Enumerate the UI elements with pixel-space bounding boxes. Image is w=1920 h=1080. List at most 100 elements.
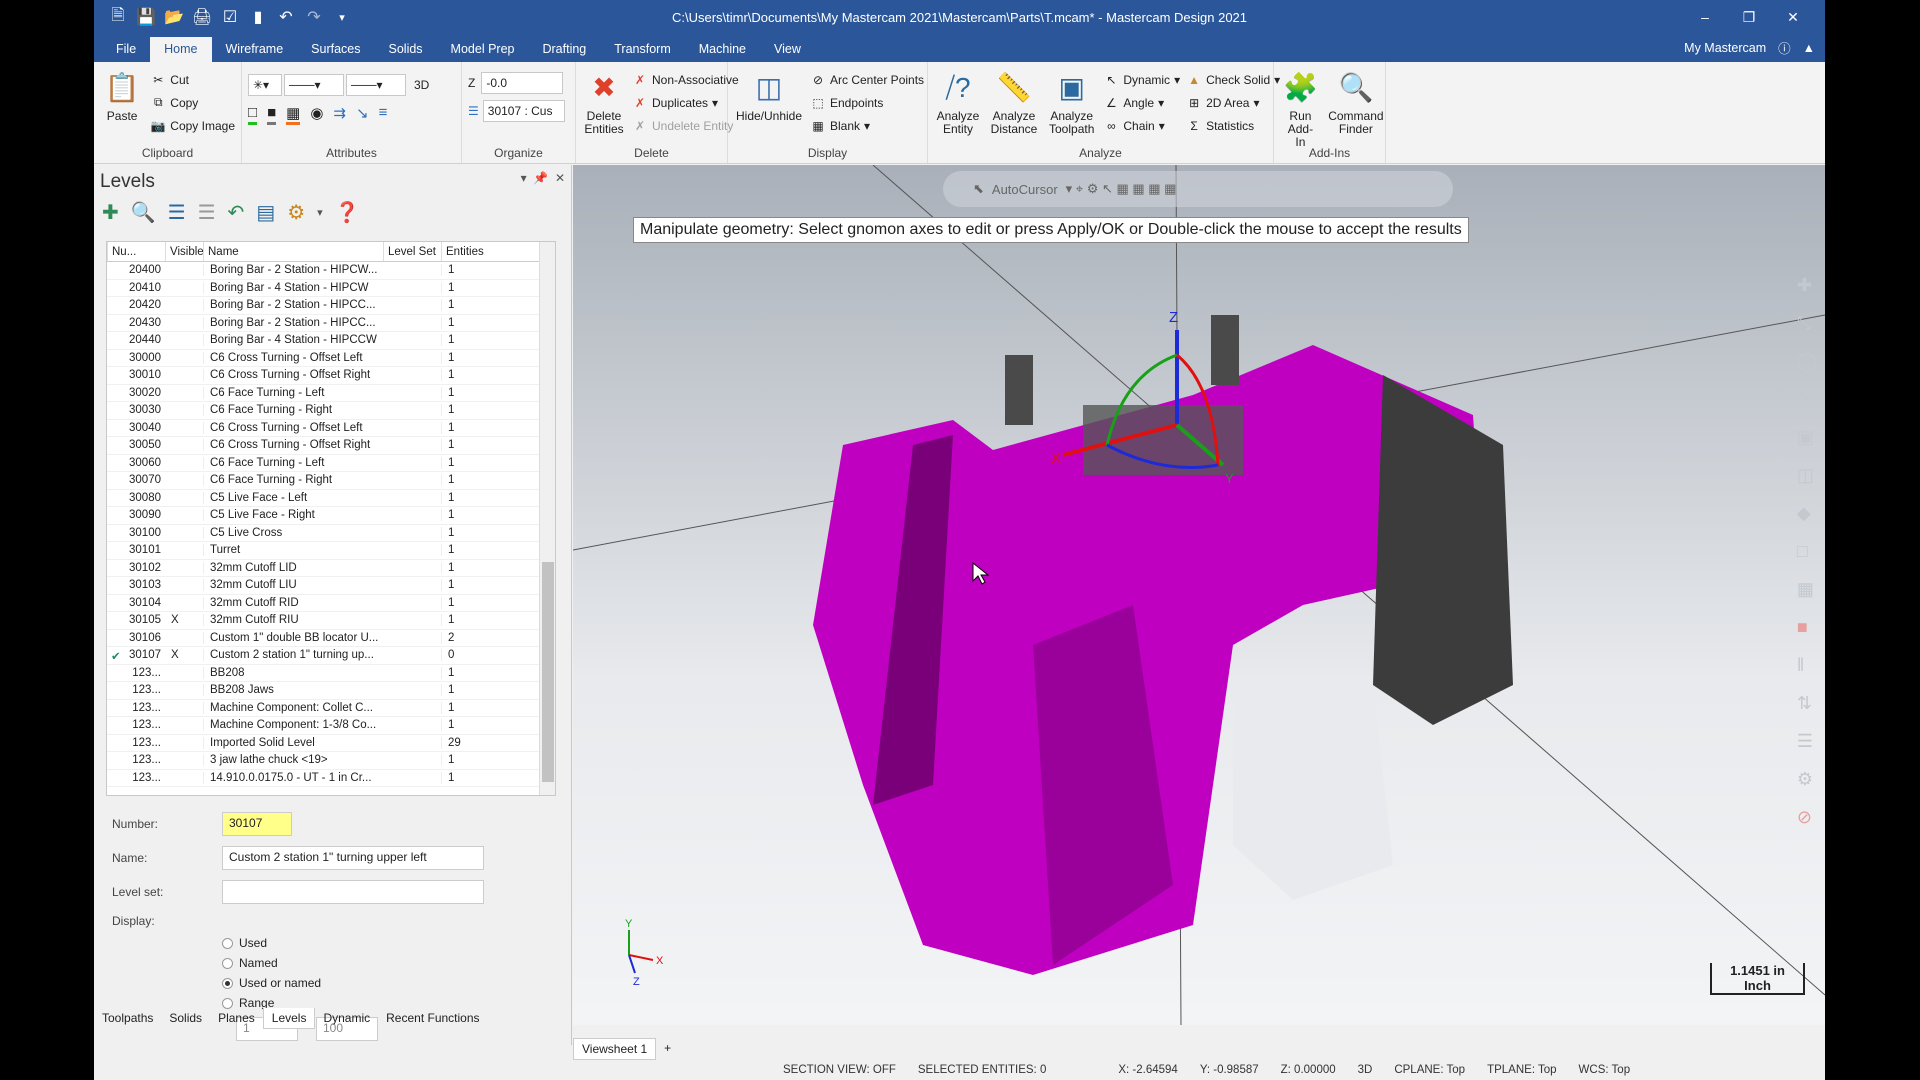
autocursor-label[interactable]: AutoCursor [992,182,1058,197]
column-visible[interactable]: Visible [165,242,204,261]
copy-image-button[interactable]: 📷 Copy Image [150,116,235,135]
close-button[interactable]: ✕ [1771,9,1815,26]
chain-button[interactable]: ∞ Chain ▾ [1103,116,1180,135]
table-row[interactable]: 20440 Boring Bar - 4 Station - HIPCCW 1 [107,332,555,350]
cut-button[interactable]: ✂ Cut [150,70,235,89]
endpoints-button[interactable]: ⬚ Endpoints [810,93,924,112]
help-icon[interactable]: ⓘ [1778,38,1791,57]
paste-button[interactable]: 📋 Paste [100,66,144,125]
search-icon[interactable]: 🔍 [131,200,156,225]
level-manager-icon[interactable]: ▤ [256,200,275,225]
level-set-field[interactable] [222,880,484,904]
tplane-status[interactable]: TPLANE: Top [1487,1064,1556,1076]
wire-color-icon[interactable]: □ [248,104,258,125]
table-row[interactable]: 30060 C6 Face Turning - Left 1 [107,455,555,472]
name-field[interactable]: Custom 2 station 1" turning upper left [222,846,484,870]
line-style-select[interactable]: ───▾ [284,74,344,96]
autocursor-toolbar[interactable]: ⬉ AutoCursor ▾ ⌖ ⚙ ↖ ▦ ▦ ▦ ▦ [943,171,1453,207]
panel-tab-levels[interactable]: Levels [262,1008,316,1029]
set-main-icon[interactable]: ↘ [356,104,369,125]
table-row[interactable]: 30030 C6 Face Turning - Right 1 [107,402,555,420]
column-name[interactable]: Name [203,242,383,261]
table-row[interactable]: 30106 Custom 1" double BB locator U... 2 [107,630,555,647]
line-width-select[interactable]: ───▾ [346,74,406,96]
clear-icon[interactable]: ⊘ [1797,807,1817,828]
analyze-entity-button[interactable]: ⧸? Analyze Entity [934,66,982,138]
check-solid-button[interactable]: ▲ Check Solid ▾ [1186,70,1280,89]
table-row[interactable]: 30103 32mm Cutoff LIU 1 [107,577,555,595]
panel-tab-solids[interactable]: Solids [161,1008,210,1029]
wireframe-icon[interactable]: □ [1797,541,1817,562]
radio-named[interactable]: Named [222,953,562,973]
number-field[interactable]: 30107 [222,812,292,836]
table-row[interactable]: 20420 Boring Bar - 2 Station - HIPCC... 1 [107,297,555,315]
bookmark-icon[interactable]: ▮ [248,7,268,27]
panel-tab-toolpaths[interactable]: Toolpaths [94,1008,161,1029]
dynamic-button[interactable]: ↖ Dynamic ▾ [1103,70,1180,89]
blank-button[interactable]: ▦ Blank ▾ [810,116,924,135]
table-row[interactable]: 30100 C5 Live Cross 1 [107,525,555,542]
section-view-status[interactable]: SECTION VIEW: OFF [783,1064,896,1076]
tab-file[interactable]: File [102,37,150,62]
column-number[interactable]: Nu... [107,242,165,261]
color-icon[interactable]: ■ [1797,617,1817,638]
wcs-status[interactable]: WCS: Top [1579,1064,1631,1076]
tab-wireframe[interactable]: Wireframe [212,37,298,62]
table-row[interactable]: 123... BB208 1 [107,665,555,682]
viewsheet-tab-1[interactable]: Viewsheet 1 [573,1038,657,1060]
table-row[interactable]: 30040 C6 Cross Turning - Offset Left 1 [107,420,555,437]
set-all-icon[interactable]: ⇉ [333,104,346,125]
add-level-icon[interactable]: ✚ [102,200,119,225]
ruler-icon[interactable]: ‖ [1797,655,1817,676]
restore-button[interactable]: ❐ [1727,9,1771,26]
table-row[interactable]: 123... Imported Solid Level 29 [107,735,555,752]
save-as-icon[interactable]: ☑ [220,7,240,27]
tab-view[interactable]: View [760,37,815,62]
panel-close-icon[interactable]: ✕ [555,171,565,185]
shading-icon[interactable]: ◆ [1797,503,1817,524]
undelete-entity-button[interactable]: ✗ Undelete Entity [632,116,739,135]
non-associative-button[interactable]: ✗ Non-Associative [632,70,739,89]
tab-home[interactable]: Home [150,37,212,62]
tool-icon[interactable]: ⚙ [1797,769,1817,790]
analyze-toolpath-button[interactable]: ▣ Analyze Toolpath [1046,66,1097,138]
level-visible[interactable]: X [165,649,203,661]
table-row[interactable]: 30050 C6 Cross Turning - Offset Right 1 [107,437,555,455]
scroll-thumb[interactable] [542,562,554,782]
2d-area-button[interactable]: ⊞ 2D Area ▾ [1186,93,1280,112]
undo-icon[interactable]: ↶ [276,7,296,27]
pin-icon[interactable]: 📌 [533,171,548,185]
table-row[interactable]: 30105 X 32mm Cutoff RIU 1 [107,612,555,630]
table-row[interactable]: 123... Machine Component: Collet C... 1 [107,700,555,717]
panel-tab-dynamic[interactable]: Dynamic [315,1008,378,1029]
fit-icon[interactable]: ↷ [1797,389,1817,410]
column-entities[interactable]: Entities [441,242,501,261]
material-icon[interactable]: ◉ [310,104,323,125]
table-row[interactable]: 30070 C6 Face Turning - Right 1 [107,472,555,490]
tab-solids[interactable]: Solids [375,37,437,62]
tab-drafting[interactable]: Drafting [528,37,600,62]
table-row[interactable]: 20400 Boring Bar - 2 Station - HIPCW... 1 [107,262,555,280]
table-row[interactable]: 123... 3 jaw lathe chuck <19> 1 [107,752,555,770]
cplane-status[interactable]: CPLANE: Top [1394,1064,1465,1076]
panel-tab-recent-functions[interactable]: Recent Functions [378,1008,487,1029]
add-viewsheet-button[interactable]: + [656,1038,679,1060]
tab-transform[interactable]: Transform [600,37,685,62]
panel-menu-icon[interactable]: ▾ [521,171,527,185]
z-coordinate[interactable]: Z: 0.00000 [1281,1064,1336,1076]
copy-button[interactable]: ⧉ Copy [150,93,235,112]
undo-level-icon[interactable]: ↶ [228,200,245,225]
arc-center-points-button[interactable]: ⊘ Arc Center Points [810,70,924,89]
table-row[interactable]: 123... Machine Component: 1-3/8 Co... 1 [107,717,555,735]
levels-scrollbar[interactable] [539,242,555,795]
graphics-viewport[interactable]: Z X Y Y X Z Manipulate geometry: Select … [573,165,1825,1025]
new-file-icon[interactable]: 🗎 [108,4,128,31]
table-row[interactable]: 20410 Boring Bar - 4 Station - HIPCW 1 [107,280,555,297]
tab-model-prep[interactable]: Model Prep [437,37,529,62]
statistics-button[interactable]: Σ Statistics [1186,116,1280,135]
radio-used-or-named[interactable]: Used or named [222,973,562,993]
analyze-distance-button[interactable]: 📏 Analyze Distance [988,66,1040,138]
surface-color-icon[interactable]: ▦ [286,104,301,125]
table-row[interactable]: 30080 C5 Live Face - Left 1 [107,490,555,507]
fixture-solid[interactable] [1373,375,1513,725]
